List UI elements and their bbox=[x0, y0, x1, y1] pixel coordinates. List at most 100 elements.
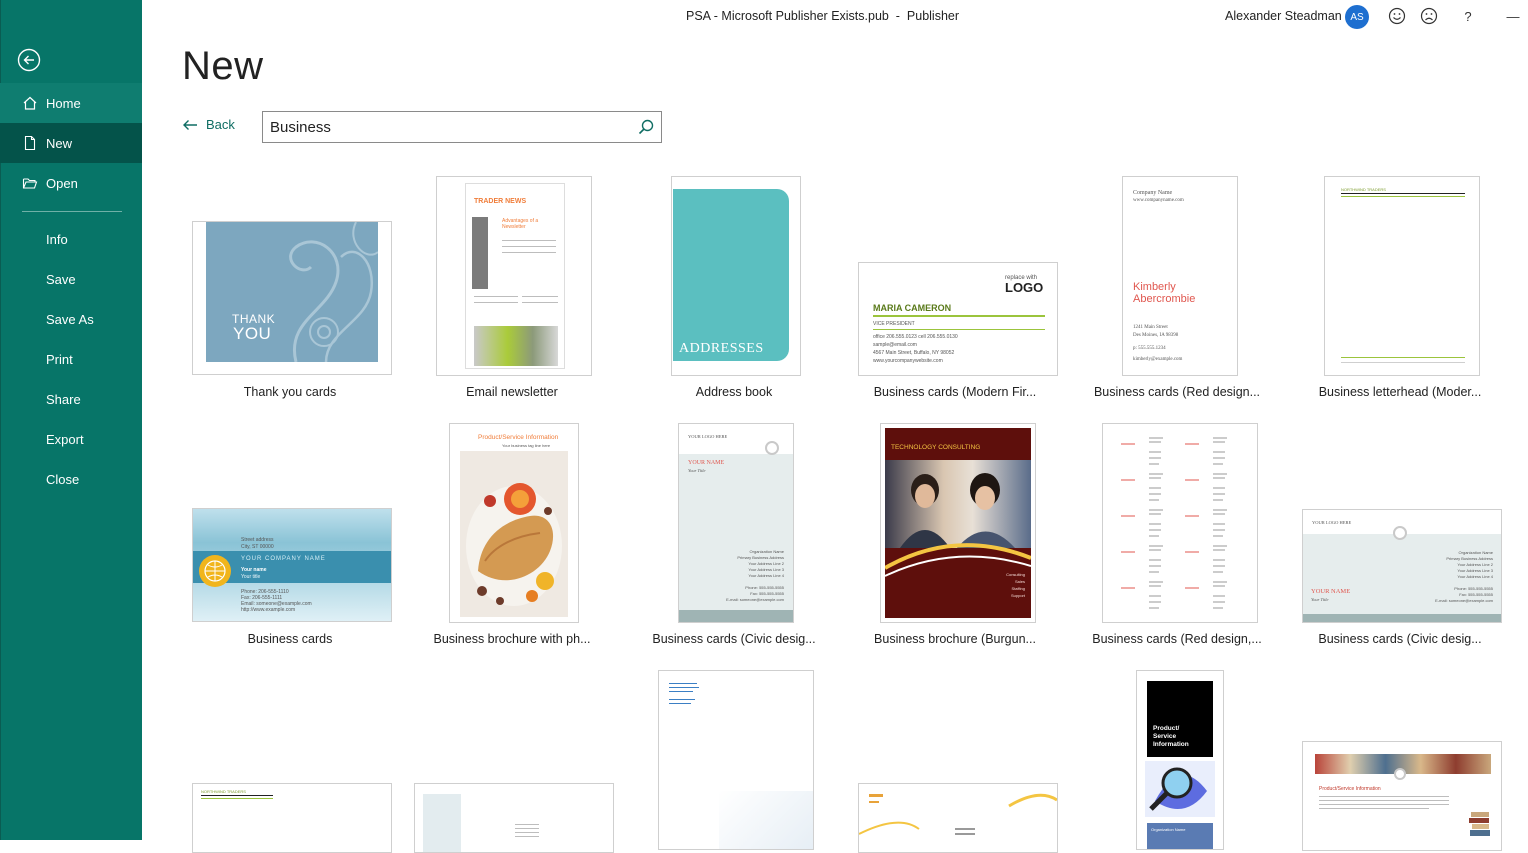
thumb-text: Sales bbox=[1014, 579, 1025, 584]
sidebar-divider bbox=[22, 211, 122, 212]
template-thumbnail[interactable]: THANK YOU bbox=[192, 221, 392, 375]
food-photo bbox=[460, 451, 568, 617]
template-thumbnail[interactable]: NORTHWIND TRADERS bbox=[192, 783, 392, 853]
avatar[interactable]: AS bbox=[1345, 5, 1369, 29]
template-thumbnail[interactable] bbox=[1102, 423, 1258, 623]
consulting-photo bbox=[885, 460, 1031, 548]
thumb-text: Service bbox=[1153, 733, 1177, 740]
template-thumbnail[interactable]: ADDRESSES bbox=[671, 176, 801, 376]
sidebar-item-info[interactable]: Info bbox=[0, 219, 142, 259]
text-line bbox=[1319, 808, 1429, 809]
thumb-text: Your Address Line 4 bbox=[748, 573, 784, 578]
thumb-text: Organization Name bbox=[1458, 550, 1493, 555]
flyer-blue-band: Organization Name bbox=[1147, 823, 1213, 849]
text-line bbox=[1319, 804, 1449, 805]
template-thumbnail[interactable]: Product/ Service Information Organizatio… bbox=[1136, 670, 1224, 850]
template-thumbnail[interactable]: TECHNOLOGY CONSULTING Consulting Sales S… bbox=[880, 423, 1036, 623]
template-thumbnail[interactable]: YOUR LOGO HERE YOUR NAME Your Title Orga… bbox=[678, 423, 794, 623]
template-thumbnail[interactable]: Product/Service Information bbox=[1302, 741, 1502, 851]
footer-rule bbox=[1341, 362, 1465, 363]
thumb-text: E-mail: someone@example.com bbox=[1435, 598, 1493, 603]
template-thumbnail[interactable] bbox=[414, 783, 614, 853]
template-thumbnail[interactable]: NORTHWIND TRADERS bbox=[1324, 176, 1480, 376]
back-button[interactable]: Back bbox=[182, 117, 235, 132]
thumb-text: www.companyname.com bbox=[1133, 198, 1184, 203]
text-line bbox=[522, 302, 558, 303]
thumb-text: Staffing bbox=[1011, 586, 1026, 591]
text-line bbox=[669, 703, 691, 704]
thumb-text: NORTHWIND TRADERS bbox=[201, 789, 246, 794]
minimize-icon[interactable]: — bbox=[1503, 6, 1523, 26]
text-line bbox=[1319, 800, 1449, 801]
sidebar-item-new[interactable]: New bbox=[0, 123, 142, 163]
sidebar-item-share[interactable]: Share bbox=[0, 379, 142, 419]
template-label: Business brochure (Burgun... bbox=[874, 632, 1036, 646]
thumb-text: Your Title bbox=[1311, 597, 1329, 602]
swirl-pattern bbox=[289, 222, 379, 363]
header-rule bbox=[1341, 196, 1465, 197]
sidebar-item-label: New bbox=[46, 135, 73, 151]
template-label: Email newsletter bbox=[466, 385, 558, 399]
text-line bbox=[515, 828, 539, 829]
template-thumbnail[interactable] bbox=[658, 670, 814, 850]
text-line bbox=[474, 302, 518, 303]
frown-icon[interactable] bbox=[1419, 6, 1439, 26]
template-thumbnail[interactable]: TRADER NEWS Advantages of a Newsletter bbox=[436, 176, 592, 376]
back-arrow-icon[interactable] bbox=[17, 48, 41, 72]
template-label: Business cards (Modern Fir... bbox=[873, 385, 1037, 399]
thumb-text: http://www.example.com bbox=[241, 607, 296, 613]
text-line bbox=[515, 832, 539, 833]
sidebar-item-home[interactable]: Home bbox=[0, 83, 142, 123]
thumb-text: Fax: 555-555-5555 bbox=[1459, 592, 1493, 597]
search-icon[interactable] bbox=[637, 118, 655, 136]
header-rule bbox=[201, 798, 273, 799]
thumb-text: Street address bbox=[241, 537, 274, 543]
sidebar-item-label: Save As bbox=[46, 311, 94, 327]
text-line bbox=[502, 252, 556, 253]
text-line bbox=[669, 691, 693, 692]
thumb-text: Organization Name bbox=[1151, 827, 1186, 832]
card-footer bbox=[1303, 614, 1501, 622]
book-stack-image bbox=[1469, 812, 1490, 836]
template-thumbnail[interactable] bbox=[858, 783, 1058, 853]
help-icon[interactable]: ? bbox=[1458, 6, 1478, 26]
sidebar-item-print[interactable]: Print bbox=[0, 339, 142, 379]
sidebar-item-save-as[interactable]: Save As bbox=[0, 299, 142, 339]
thumb-text: kimberly@example.com bbox=[1133, 357, 1183, 362]
thumb-text: YOU bbox=[233, 324, 272, 343]
template-search-box[interactable] bbox=[262, 111, 662, 143]
template-label: Business cards (Red design... bbox=[1093, 385, 1261, 399]
template-thumbnail[interactable]: Product/Service Information Your busines… bbox=[449, 423, 579, 623]
template-thumbnail[interactable]: YOUR LOGO HERE YOUR NAME Your Title Orga… bbox=[1302, 509, 1502, 623]
text-line bbox=[502, 246, 556, 247]
sidebar-item-label: Print bbox=[46, 351, 73, 367]
sidebar-item-open[interactable]: Open bbox=[0, 163, 142, 203]
sidebar-item-export[interactable]: Export bbox=[0, 419, 142, 459]
template-thumbnail[interactable]: Company Name www.companyname.com Kimberl… bbox=[1122, 176, 1238, 376]
new-document-icon bbox=[24, 135, 36, 151]
newsletter-photo bbox=[474, 326, 558, 366]
account-name[interactable]: Alexander Steadman bbox=[1225, 9, 1342, 23]
thumb-text: E-mail: someone@example.com bbox=[726, 597, 784, 602]
sidebar-item-save[interactable]: Save bbox=[0, 259, 142, 299]
brochure-cover: TECHNOLOGY CONSULTING Consulting Sales S… bbox=[885, 428, 1031, 618]
template-label: Business cards (Civic desig... bbox=[1318, 632, 1482, 646]
sidebar-item-close[interactable]: Close bbox=[0, 459, 142, 499]
template-label: Business letterhead (Moder... bbox=[1318, 385, 1482, 399]
thumb-text: NORTHWIND TRADERS bbox=[1341, 187, 1386, 192]
footer-rule bbox=[1341, 357, 1465, 358]
thumb-text: YOUR NAME bbox=[688, 460, 725, 466]
thumb-text: sample@email.com bbox=[873, 342, 917, 348]
template-thumbnail[interactable]: replace with LOGO MARIA CAMERON VICE PRE… bbox=[858, 262, 1058, 376]
text-line bbox=[474, 296, 518, 297]
left-arrow-icon bbox=[183, 119, 197, 130]
search-input[interactable] bbox=[263, 112, 623, 142]
thumb-text: Information bbox=[1153, 741, 1189, 748]
thumb-text: Product/Service Information bbox=[1319, 786, 1381, 792]
thumb-text: Product/Service Information bbox=[478, 434, 559, 441]
text-line bbox=[669, 683, 697, 684]
thumb-text: Des Moines, IA 98398 bbox=[1133, 333, 1179, 338]
smiley-icon[interactable] bbox=[1387, 6, 1407, 26]
thumb-text: Primary Business Address bbox=[737, 555, 784, 560]
template-thumbnail[interactable]: Street address City, ST 00000 YOUR COMPA… bbox=[192, 508, 392, 622]
